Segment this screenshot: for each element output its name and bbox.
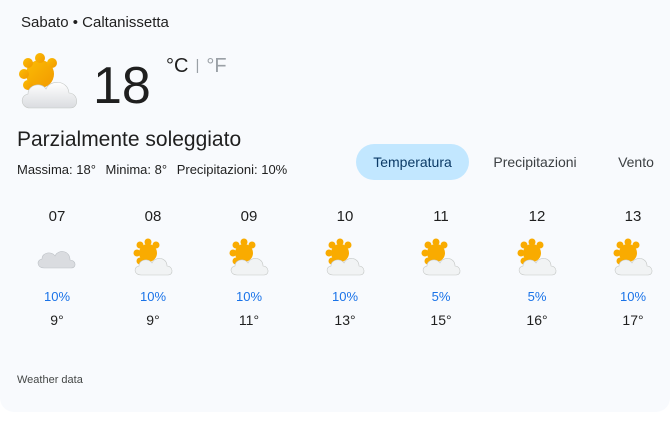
partly-cloudy-icon xyxy=(396,238,486,278)
current-temperature: 18 xyxy=(93,57,151,115)
hour-precip: 10% xyxy=(331,289,359,304)
hour-precip: 5% xyxy=(431,289,451,304)
hour-precip: 5% xyxy=(527,289,547,304)
hour-time: 10 xyxy=(336,208,354,225)
hour-temp: 15° xyxy=(430,312,452,328)
hour-column: 07 10% 9° xyxy=(12,200,102,328)
hour-column: 13 10% 17° xyxy=(588,200,670,328)
hour-column: 09 10% 11° xyxy=(204,200,294,328)
tab-precipitazioni[interactable]: Precipitazioni xyxy=(482,144,588,180)
tab-vento[interactable]: Vento xyxy=(606,144,666,180)
hour-precip: 10% xyxy=(43,289,71,304)
hour-time: 09 xyxy=(240,208,258,225)
hour-column: 12 5% 16° xyxy=(492,200,582,328)
hour-column: 08 10% 9° xyxy=(108,200,198,328)
partly-cloudy-icon xyxy=(300,238,390,278)
hour-temp: 17° xyxy=(622,312,644,328)
header-separator: • xyxy=(72,14,78,31)
partly-cloudy-icon xyxy=(492,238,582,278)
day-label: Sabato xyxy=(21,14,69,31)
hour-time: 12 xyxy=(528,208,546,225)
cloudy-icon xyxy=(12,238,102,278)
hour-temp: 9° xyxy=(50,312,64,328)
hour-time: 08 xyxy=(144,208,162,225)
hour-time: 11 xyxy=(433,208,449,225)
hour-precip: 10% xyxy=(619,289,647,304)
location-header: Sabato • Caltanissetta xyxy=(21,14,169,31)
hour-column: 10 10% 13° xyxy=(300,200,390,328)
unit-divider: | xyxy=(195,57,200,74)
partly-cloudy-icon xyxy=(588,238,670,278)
celsius-toggle[interactable]: °C xyxy=(166,55,188,77)
forecast-tabs: Temperatura Precipitazioni Vento xyxy=(0,144,670,180)
partly-cloudy-icon xyxy=(108,238,198,278)
fahrenheit-toggle[interactable]: °F xyxy=(206,55,226,77)
weather-card: Sabato • Caltanissetta 18 °C | °F Parzialm… xyxy=(0,0,670,412)
unit-switcher: °C | °F xyxy=(166,54,227,80)
hour-precip: 10% xyxy=(139,289,167,304)
partly-cloudy-icon xyxy=(204,238,294,278)
hour-column: 11 5% 15° xyxy=(396,200,486,328)
hour-temp: 11° xyxy=(238,312,260,328)
hour-time: 07 xyxy=(48,208,66,225)
hour-temp: 9° xyxy=(146,312,160,328)
city-label: Caltanissetta xyxy=(82,14,169,31)
tab-temperatura[interactable]: Temperatura xyxy=(356,144,469,180)
hour-time: 13 xyxy=(624,208,642,225)
hour-temp: 13° xyxy=(334,312,356,328)
hour-precip: 10% xyxy=(235,289,263,304)
weather-data-link[interactable]: Weather data xyxy=(17,374,83,386)
hour-temp: 16° xyxy=(526,312,548,328)
partly-cloudy-icon xyxy=(19,53,77,109)
